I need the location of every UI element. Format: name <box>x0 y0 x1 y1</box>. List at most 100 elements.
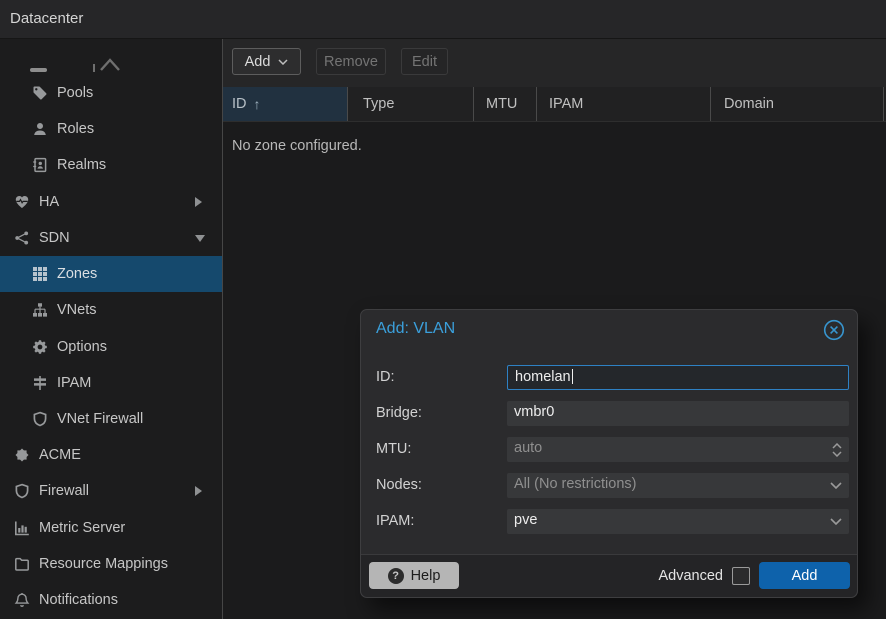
bridge-input[interactable]: vmbr0 <box>507 401 849 426</box>
sidebar-item-label: SDN <box>39 230 70 246</box>
sidebar-item-realms[interactable]: Realms <box>0 147 222 183</box>
column-header-ipam[interactable]: IPAM <box>536 87 710 121</box>
column-header-domain[interactable]: Domain <box>710 87 884 121</box>
network-icon <box>14 230 30 246</box>
id-input-value: homelan <box>515 369 571 385</box>
edit-button-label: Edit <box>412 54 437 70</box>
sidebar-item-label: ACME <box>39 447 81 463</box>
sidebar-item-firewall[interactable]: Firewall <box>0 473 222 509</box>
ipam-field-label: IPAM: <box>376 509 501 534</box>
nodes-select[interactable]: All (No restrictions) <box>507 473 849 498</box>
user-icon <box>32 121 48 137</box>
sidebar-item-resource-mappings[interactable]: Resource Mappings <box>0 546 222 582</box>
sidebar-item-roles[interactable]: Roles <box>0 111 222 147</box>
add-button-label: Add <box>245 54 271 70</box>
sidebar-item-label: Notifications <box>39 592 118 608</box>
column-header-type[interactable]: Type <box>347 87 473 121</box>
submit-add-label: Add <box>792 568 818 584</box>
add-button[interactable]: Add <box>232 48 301 75</box>
top-bar: Datacenter <box>0 0 886 39</box>
column-label: ID <box>232 96 247 112</box>
remove-button[interactable]: Remove <box>316 48 386 75</box>
expand-down-icon <box>195 235 205 242</box>
sidebar-item-ha[interactable]: HA <box>0 184 222 220</box>
column-label: Domain <box>724 96 774 112</box>
submit-add-button[interactable]: Add <box>759 562 850 589</box>
mtu-spinner[interactable]: auto <box>507 437 849 462</box>
ipam-select-value: pve <box>514 512 537 528</box>
ipam-select[interactable]: pve <box>507 509 849 534</box>
expand-right-icon <box>195 486 202 496</box>
sidebar-item-vnet-firewall[interactable]: VNet Firewall <box>0 401 222 437</box>
edit-button[interactable]: Edit <box>401 48 448 75</box>
text-cursor <box>572 369 573 384</box>
chevron-up-icon <box>99 57 121 75</box>
sidebar-item-acme[interactable]: ACME <box>0 437 222 473</box>
chevron-down-icon[interactable] <box>830 509 842 534</box>
sidebar-item-label: Resource Mappings <box>39 556 168 572</box>
column-header-id[interactable]: ID ↑ <box>223 87 347 121</box>
sidebar-item-label: VNet Firewall <box>57 411 143 427</box>
signpost-icon <box>32 375 48 391</box>
certificate-icon <box>14 447 30 463</box>
sidebar-item-notifications[interactable]: Notifications <box>0 582 222 618</box>
spinner-arrows-icon[interactable] <box>832 437 842 462</box>
dialog-title: Add: VLAN <box>376 320 455 338</box>
sidebar-item-options[interactable]: Options <box>0 329 222 365</box>
dash-icon <box>30 68 47 72</box>
help-button-label: Help <box>411 568 441 584</box>
dialog-footer: ? Help Advanced Add <box>361 554 857 597</box>
sidebar-item-metric-server[interactable]: Metric Server <box>0 510 222 546</box>
sidebar-nav: Pools Roles Realms HA SDN <box>0 39 223 619</box>
help-button[interactable]: ? Help <box>369 562 459 589</box>
mtu-placeholder: auto <box>514 440 542 456</box>
id-input[interactable]: homelan <box>507 365 849 390</box>
close-icon[interactable] <box>823 319 845 341</box>
sort-asc-icon: ↑ <box>254 96 261 112</box>
sidebar-item-sdn[interactable]: SDN <box>0 220 222 256</box>
id-field-label: ID: <box>376 365 501 390</box>
mtu-field-label: MTU: <box>376 437 501 462</box>
sidebar-item-zones[interactable]: Zones <box>0 256 222 292</box>
sitemap-icon <box>32 302 48 318</box>
chevron-down-icon <box>278 59 288 65</box>
column-label: Type <box>363 96 394 112</box>
column-label: MTU <box>486 96 517 112</box>
advanced-checkbox[interactable] <box>732 567 750 585</box>
sidebar-item-label: Metric Server <box>39 520 125 536</box>
sidebar-item-label: IPAM <box>57 375 91 391</box>
advanced-label[interactable]: Advanced <box>659 568 724 584</box>
sidebar-item-label: Pools <box>57 85 93 101</box>
bridge-field-label: Bridge: <box>376 401 501 426</box>
grid-icon <box>32 266 48 282</box>
sidebar-item-label: HA <box>39 194 59 210</box>
tick-mark <box>93 64 95 72</box>
zones-table-header: ID ↑ Type MTU IPAM Domain <box>223 87 886 122</box>
bridge-input-value: vmbr0 <box>514 404 554 420</box>
sidebar-item-label: Realms <box>57 157 106 173</box>
nodes-field-label: Nodes: <box>376 473 501 498</box>
sidebar-item-label: VNets <box>57 302 97 318</box>
chevron-down-icon[interactable] <box>830 473 842 498</box>
empty-table-message: No zone configured. <box>232 138 362 154</box>
expand-right-icon <box>195 197 202 207</box>
shield-icon <box>14 483 30 499</box>
sidebar-item-pools[interactable]: Pools <box>0 75 222 111</box>
bar-chart-icon <box>14 520 30 536</box>
sidebar-item-ipam[interactable]: IPAM <box>0 365 222 401</box>
sidebar-item-label: Roles <box>57 121 94 137</box>
sidebar-item-label: Zones <box>57 266 97 282</box>
tag-icon <box>32 85 48 101</box>
address-book-icon <box>32 157 48 173</box>
column-label: IPAM <box>549 96 583 112</box>
bell-icon <box>14 592 30 608</box>
nodes-placeholder: All (No restrictions) <box>514 476 636 492</box>
column-header-mtu[interactable]: MTU <box>473 87 536 121</box>
sidebar-item-label: Options <box>57 339 107 355</box>
sidebar-item-vnets[interactable]: VNets <box>0 292 222 328</box>
zones-toolbar: Add Remove Edit <box>223 39 886 87</box>
heartbeat-icon <box>14 194 30 210</box>
remove-button-label: Remove <box>324 54 378 70</box>
folder-icon <box>14 556 30 572</box>
shield-icon <box>32 411 48 427</box>
